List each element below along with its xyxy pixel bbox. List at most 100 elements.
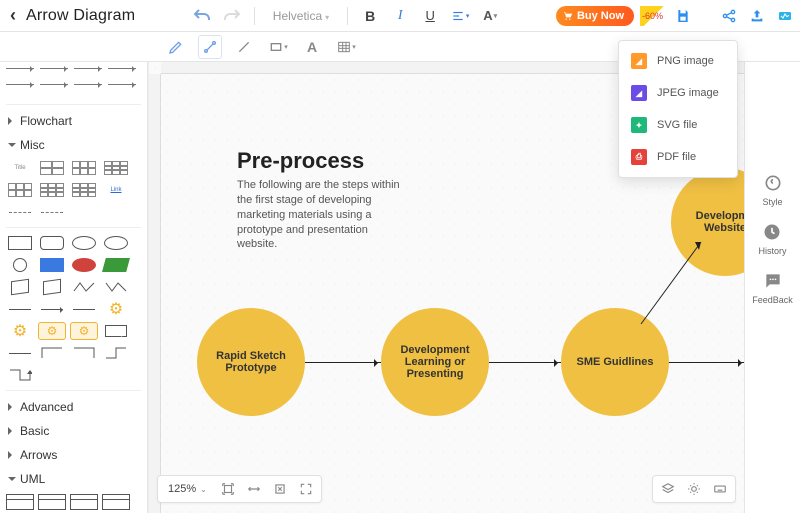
uml-shapes[interactable] (6, 491, 141, 513)
layers-icon[interactable] (657, 478, 679, 500)
node-rapid-sketch[interactable]: Rapid Sketch Prototype (197, 308, 305, 416)
export-svg[interactable]: ✦ SVG file (619, 109, 737, 141)
connector-shape[interactable] (102, 344, 130, 362)
dash-shape[interactable] (6, 203, 34, 221)
align-button[interactable]: ▾ (448, 4, 472, 28)
misc-shapes[interactable]: Title Link (6, 157, 141, 223)
connector-tool[interactable] (198, 35, 222, 59)
history-panel-button[interactable]: History (758, 221, 786, 256)
link-shape[interactable]: Link (102, 181, 130, 199)
category-arrows[interactable]: Arrows (6, 443, 141, 467)
uml-class-shape[interactable] (70, 493, 98, 511)
category-basic[interactable]: Basic (6, 419, 141, 443)
rect-filled-blue[interactable] (38, 256, 66, 274)
export-icon[interactable] (748, 7, 766, 25)
arrow-connector[interactable] (305, 362, 381, 363)
grid-shape[interactable] (38, 159, 66, 177)
line-tool[interactable] (232, 35, 256, 59)
underline-button[interactable]: U (418, 4, 442, 28)
keyboard-icon[interactable] (709, 478, 731, 500)
basic-shapes-grid[interactable]: ⚙ ⚙ ⚙ ⚙ (6, 232, 141, 386)
grid-shape[interactable] (102, 159, 130, 177)
undo-button[interactable] (190, 4, 214, 28)
jpeg-icon: ◢ (631, 85, 647, 101)
style-panel-button[interactable]: Style (762, 172, 784, 207)
grid-shape[interactable] (38, 181, 66, 199)
category-uml[interactable]: UML (6, 467, 141, 491)
gear-box-shape[interactable]: ⚙ (38, 322, 66, 340)
line-shape[interactable] (6, 344, 34, 362)
style-icon (762, 172, 784, 194)
category-flowchart[interactable]: Flowchart (6, 109, 141, 133)
arrow-connector[interactable] (669, 362, 744, 363)
title-shape[interactable]: Title (6, 159, 34, 177)
shape-tool[interactable]: ▾ (266, 35, 290, 59)
zoom-select[interactable]: 125%⌄ (162, 483, 213, 495)
bold-button[interactable]: B (358, 4, 382, 28)
theme-icon[interactable] (683, 478, 705, 500)
roundrect-shape[interactable] (38, 234, 66, 252)
ellipse-shape[interactable] (70, 234, 98, 252)
pen-tool[interactable] (164, 35, 188, 59)
cube-shape[interactable] (38, 278, 66, 296)
gear-box-shape[interactable]: ⚙ (70, 322, 98, 340)
more-icon[interactable] (776, 7, 794, 25)
dash-shape[interactable] (38, 203, 66, 221)
rect-filled-green[interactable] (102, 256, 130, 274)
export-jpeg[interactable]: ◢ JPEG image (619, 77, 737, 109)
grid-shape[interactable] (70, 181, 98, 199)
zigzag-shape[interactable] (70, 278, 98, 296)
pdf-icon: ⎙ (631, 149, 647, 165)
arrow-connector[interactable] (489, 362, 561, 363)
fit-width-icon[interactable] (243, 478, 265, 500)
connector-shape[interactable] (6, 366, 34, 384)
grid-shape[interactable] (70, 159, 98, 177)
italic-button[interactable]: I (388, 4, 412, 28)
label-shape[interactable] (102, 322, 130, 340)
back-button[interactable]: ‹ (6, 5, 20, 26)
rect-shape[interactable] (6, 234, 34, 252)
uml-class-shape[interactable] (6, 493, 34, 511)
line-shape[interactable] (70, 300, 98, 318)
uml-class-shape[interactable] (38, 493, 66, 511)
shapes-sidebar: Flowchart Misc Title Link (0, 62, 148, 513)
category-advanced[interactable]: Advanced (6, 395, 141, 419)
canvas-heading[interactable]: Pre-process (237, 148, 364, 174)
arrow-presets[interactable] (6, 64, 141, 100)
cube-shape[interactable] (6, 278, 34, 296)
node-development-learning[interactable]: Development Learning or Presenting (381, 308, 489, 416)
actual-size-icon[interactable] (269, 478, 291, 500)
table-tool[interactable]: ▾ (334, 35, 358, 59)
zigzag-shape[interactable] (102, 278, 130, 296)
connector-shape[interactable] (38, 344, 66, 362)
redo-button[interactable] (220, 4, 244, 28)
font-size-button[interactable]: A▾ (478, 4, 502, 28)
line-shape[interactable] (6, 300, 34, 318)
category-misc[interactable]: Misc (6, 133, 141, 157)
feedback-panel-button[interactable]: FeedBack (752, 270, 793, 305)
arrow-shape[interactable] (38, 300, 66, 318)
fullscreen-icon[interactable] (295, 478, 317, 500)
png-icon: ◢ (631, 53, 647, 69)
save-icon[interactable] (674, 7, 692, 25)
history-icon (761, 221, 783, 243)
connector-shape[interactable] (70, 344, 98, 362)
arrow-connector-diag[interactable] (641, 234, 721, 334)
canvas-description[interactable]: The following are the steps within the f… (237, 178, 407, 252)
grid-shape[interactable] (6, 181, 34, 199)
buy-now-button[interactable]: Buy Now (556, 6, 634, 26)
right-sidebar: Style History FeedBack (744, 62, 800, 513)
gear-shape[interactable]: ⚙ (102, 300, 130, 318)
ellipse-shape[interactable] (102, 234, 130, 252)
text-tool[interactable]: A (300, 35, 324, 59)
fit-page-icon[interactable] (217, 478, 239, 500)
document-title[interactable]: Arrow Diagramm (26, 7, 136, 25)
gear-shape[interactable]: ⚙ (6, 322, 34, 340)
font-select[interactable]: Helvetica▾ (265, 7, 337, 25)
circle-shape[interactable] (6, 256, 34, 274)
export-pdf[interactable]: ⎙ PDF file (619, 141, 737, 173)
export-png[interactable]: ◢ PNG image (619, 45, 737, 77)
uml-class-shape[interactable] (102, 493, 130, 511)
share-icon[interactable] (720, 7, 738, 25)
ellipse-filled-red[interactable] (70, 256, 98, 274)
